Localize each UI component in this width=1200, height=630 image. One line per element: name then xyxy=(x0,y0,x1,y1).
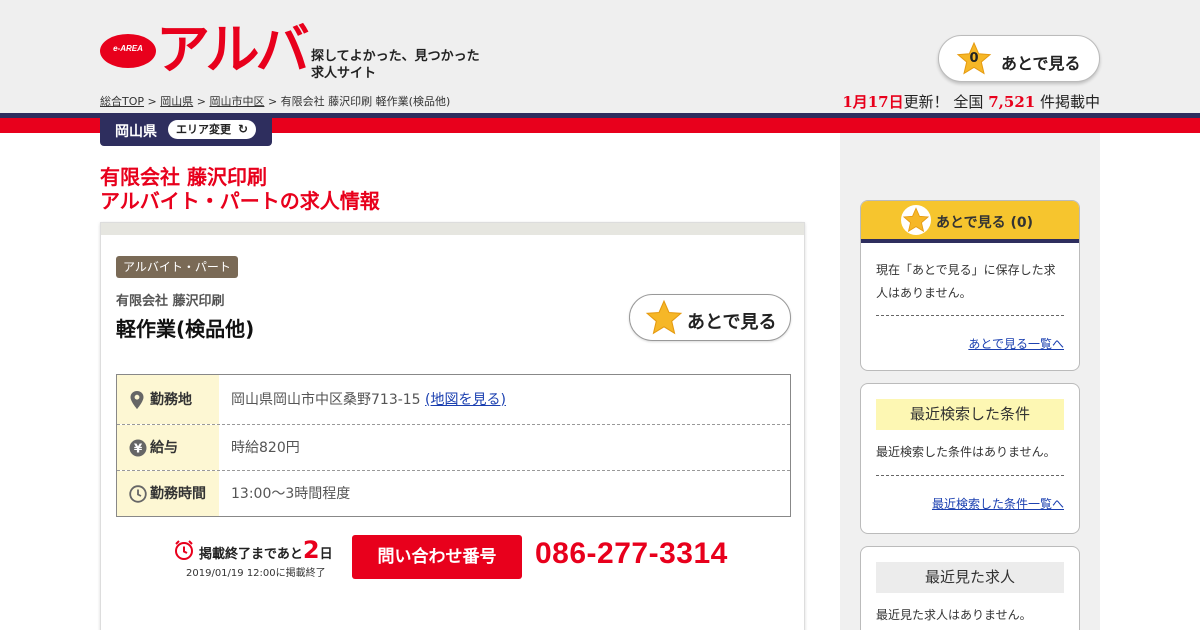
total-count: 7,521 xyxy=(988,93,1036,111)
recent-viewed-empty-text: 最近見た求人はありません。 xyxy=(876,608,1032,622)
tagline-line1: 探してよかった、見つかった xyxy=(311,49,480,64)
job-title: 軽作業(検品他) xyxy=(116,317,255,341)
nationwide-label: 全国 xyxy=(953,93,984,111)
page-title-company: 有限会社 藤沢印刷 xyxy=(100,165,267,189)
deadline-unit: 日 xyxy=(319,547,333,562)
location-value-wrap: 岡山県岡山市中区桑野713-15 (地図を見る) xyxy=(231,391,506,409)
deadline-days: 2 xyxy=(302,536,320,564)
page-title: 有限会社 藤沢印刷 アルバイト・パートの求人情報 xyxy=(100,165,380,213)
refresh-icon: ↻ xyxy=(237,122,248,136)
deadline-countdown: 掲載終了まであと2日 xyxy=(199,536,333,564)
right-gutter xyxy=(1100,133,1200,630)
inquiry-number-button[interactable]: 問い合わせ番号 xyxy=(352,535,522,579)
later-box-divider xyxy=(861,239,1079,243)
detail-row-location: 勤務地 岡山県岡山市中区桑野713-15 (地図を見る) xyxy=(117,375,790,425)
later-box-title: あとで見る (0) xyxy=(936,215,1033,231)
phone-number[interactable]: 086-277-3314 xyxy=(535,537,728,571)
location-label: 勤務地 xyxy=(150,391,192,408)
star-icon xyxy=(645,299,683,337)
later-list-link[interactable]: あとで見る一覧へ xyxy=(968,335,1064,352)
breadcrumb-current: 有限会社 藤沢印刷 軽作業(検品他) xyxy=(280,95,451,108)
current-prefecture: 岡山県 xyxy=(115,124,157,140)
later-box-header: あとで見る (0) xyxy=(861,201,1079,239)
breadcrumb-separator: > xyxy=(267,95,278,108)
later-list-box: あとで見る (0) 現在「あとで見る」に保存した求人はありません。 あとで見る一… xyxy=(860,200,1080,371)
site-header: e-AREA アルバ 探してよかった、見つかった 求人サイト 総合TOP > 岡… xyxy=(0,0,1200,113)
alarm-clock-icon xyxy=(173,539,195,565)
recent-viewed-box: 最近見た求人 最近見た求人はありません。 xyxy=(860,546,1080,630)
location-value: 岡山県岡山市中区桑野713-15 xyxy=(231,391,421,408)
site-tagline: 探してよかった、見つかった 求人サイト xyxy=(311,48,480,82)
area-change-label: エリア変更 xyxy=(176,123,231,136)
divider xyxy=(876,315,1064,316)
detail-row-salary: ¥ 給与 時給820円 xyxy=(117,425,790,471)
salary-value: 時給820円 xyxy=(231,439,300,456)
breadcrumb-separator: > xyxy=(147,95,157,108)
deadline-prefix: 掲載終了まであと xyxy=(199,547,303,562)
site-logo[interactable]: e-AREA アルバ xyxy=(100,18,310,82)
recent-search-link[interactable]: 最近検索した条件一覧へ xyxy=(932,495,1064,512)
logo-text: アルバ xyxy=(156,18,309,81)
deadline-end-date: 2019/01/19 12:00に掲載終了 xyxy=(186,568,326,579)
recent-viewed-title: 最近見た求人 xyxy=(876,562,1064,593)
job-company: 有限会社 藤沢印刷 xyxy=(116,294,225,309)
region-tab: 岡山県 エリア変更 ↻ xyxy=(100,113,272,146)
area-change-button[interactable]: エリア変更 ↻ xyxy=(168,120,256,139)
breadcrumb-separator: > xyxy=(196,95,206,108)
count-suffix: 件掲載中 xyxy=(1039,93,1100,111)
later-button-label: あとで見る xyxy=(1001,54,1081,73)
location-pin-icon xyxy=(129,390,145,413)
detail-head: ¥ 給与 xyxy=(117,425,219,470)
update-date: 1月17日 xyxy=(842,93,904,111)
card-top-bar xyxy=(101,223,804,235)
map-link[interactable]: (地図を見る) xyxy=(425,392,506,408)
page-title-subtitle: アルバイト・パートの求人情報 xyxy=(100,189,380,213)
star-icon xyxy=(901,205,931,235)
star-icon: 0 xyxy=(956,41,992,77)
update-suffix: 更新！ xyxy=(903,93,949,111)
later-button-label: あとで見る xyxy=(687,312,777,333)
detail-head: 勤務時間 xyxy=(117,471,219,516)
svg-text:¥: ¥ xyxy=(134,441,143,455)
divider xyxy=(876,475,1064,476)
hours-value: 13:00〜3時間程度 xyxy=(231,485,351,502)
detail-row-hours: 勤務時間 13:00〜3時間程度 xyxy=(117,471,790,516)
job-type-badge: アルバイト・パート xyxy=(116,256,238,278)
logo-badge: e-AREA xyxy=(100,34,156,68)
tagline-line2: 求人サイト xyxy=(311,66,377,81)
later-button-card[interactable]: あとで見る xyxy=(629,294,791,341)
clock-icon xyxy=(129,484,147,507)
salary-label: 給与 xyxy=(150,439,178,456)
recent-search-title: 最近検索した条件 xyxy=(876,399,1064,430)
hours-label: 勤務時間 xyxy=(150,485,206,502)
yen-icon: ¥ xyxy=(129,439,147,461)
breadcrumb-prefecture[interactable]: 岡山県 xyxy=(160,95,193,108)
logo-badge-text: e-AREA xyxy=(113,44,143,53)
later-button-header[interactable]: 0 あとで見る xyxy=(938,35,1100,82)
recent-search-empty-text: 最近検索した条件はありません。 xyxy=(876,445,1056,459)
later-empty-text: 現在「あとで見る」に保存した求人はありません。 xyxy=(876,263,1056,300)
job-card: アルバイト・パート 有限会社 藤沢印刷 軽作業(検品他) あとで見る 勤務地 岡… xyxy=(100,222,805,630)
later-count: 0 xyxy=(969,51,979,66)
job-details-table: 勤務地 岡山県岡山市中区桑野713-15 (地図を見る) ¥ 給与 時給820円… xyxy=(116,374,791,517)
recent-search-box: 最近検索した条件 最近検索した条件はありません。 最近検索した条件一覧へ xyxy=(860,383,1080,534)
breadcrumb-top[interactable]: 総合TOP xyxy=(100,95,144,108)
update-status: 1月17日更新！ 全国 7,521 件掲載中 xyxy=(842,91,1100,112)
detail-head: 勤務地 xyxy=(117,375,219,424)
breadcrumb-city[interactable]: 岡山市中区 xyxy=(209,95,264,108)
breadcrumb: 総合TOP > 岡山県 > 岡山市中区 > 有限会社 藤沢印刷 軽作業(検品他) xyxy=(100,93,450,109)
